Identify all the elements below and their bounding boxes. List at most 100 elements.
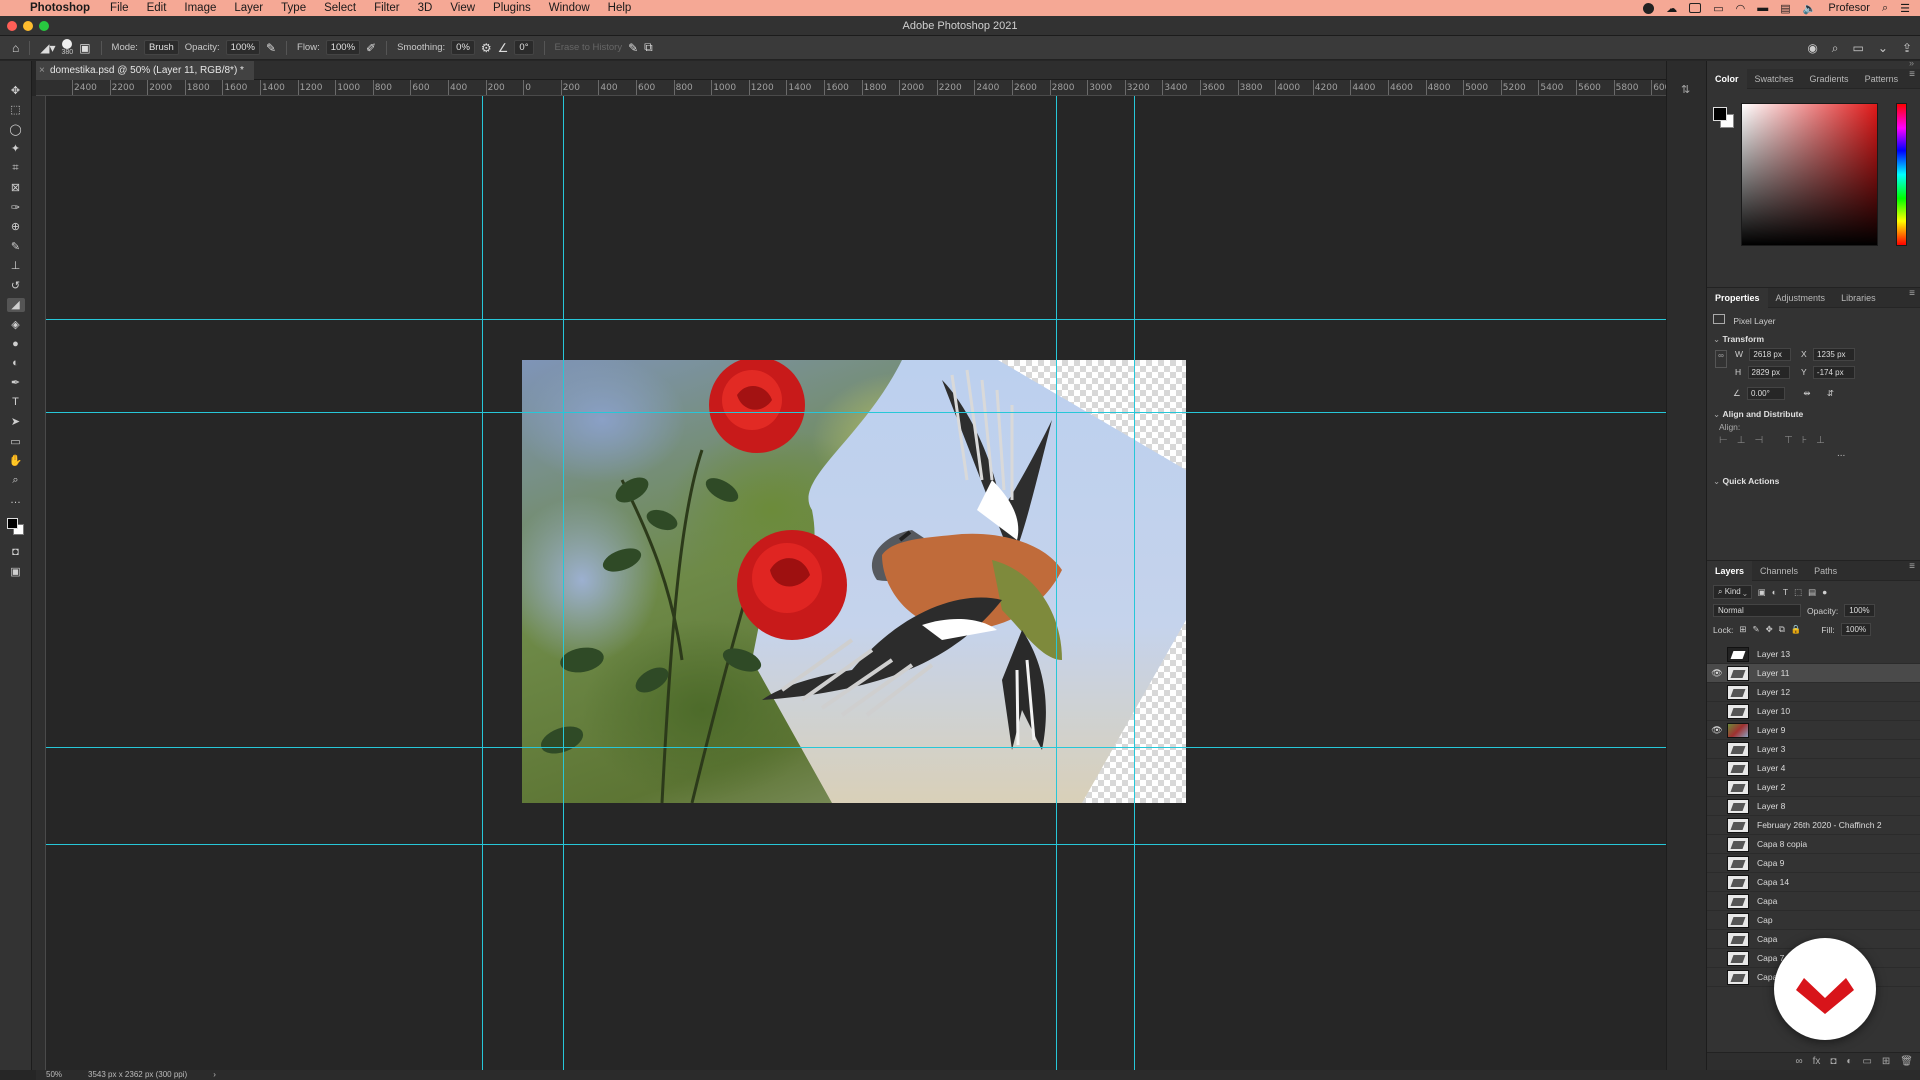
symmetry-icon[interactable]: ⧉ [644,40,653,55]
tab-paths[interactable]: Paths [1806,561,1845,581]
panel-menu-icon[interactable]: ≡ [1909,69,1915,80]
minimize-window-button[interactable] [23,21,33,31]
dodge-tool-icon[interactable]: ◐ [7,356,25,371]
layer-filter-select[interactable]: ⌕ Kind ⌄ [1713,585,1752,599]
airbrush-icon[interactable]: ✐ [366,41,376,55]
close-window-button[interactable] [7,21,17,31]
control-center-icon[interactable]: ☰ [1900,2,1910,15]
layer-row[interactable]: Capa 8 copia [1707,835,1920,854]
home-icon[interactable]: ⌂ [12,41,19,55]
brush-settings-icon[interactable]: ▣ [79,41,90,55]
zoom-window-button[interactable] [39,21,49,31]
zoom-level[interactable]: 50% [46,1070,62,1080]
menu-filter[interactable]: Filter [374,2,400,14]
x-input[interactable]: 1235 px [1813,348,1856,361]
tab-color[interactable]: Color [1707,68,1747,89]
horizontal-ruler[interactable]: 2400 2200 2000 1800 1600 1400 1200 1000 800 600 40… [36,80,1666,96]
align-middle-icon[interactable]: ⊦ [1802,435,1807,446]
wifi-icon[interactable]: ◠ [1736,2,1746,15]
share-icon[interactable]: ⇪ [1902,41,1912,55]
angle-input[interactable]: 0.00° [1747,387,1785,400]
flag-icon[interactable]: ▬ [1757,2,1768,14]
foreground-color-swatch[interactable] [6,518,18,529]
filter-adjustment-icon[interactable]: ◐ [1772,587,1777,597]
layer-row[interactable]: Cap [1707,911,1920,930]
layer-row[interactable]: February 26th 2020 - Chaffinch 2 [1707,816,1920,835]
panel-menu-icon[interactable]: ≡ [1909,288,1915,299]
visibility-eye-icon[interactable]: 👁 [1707,668,1727,679]
color-panel-swatches[interactable] [1713,107,1735,129]
layer-fill-input[interactable]: 100% [1840,623,1872,636]
lock-position-icon[interactable]: ✥ [1766,624,1773,635]
history-panel-icon[interactable]: ⇅ [1681,83,1690,96]
zoom-tool-icon[interactable]: ⌕ [7,473,25,488]
close-tab-icon[interactable]: × [39,61,45,80]
color-picker-field[interactable] [1741,103,1878,246]
user-icon[interactable]: ◉ [1807,41,1817,55]
blend-mode-select[interactable]: Normal [1713,604,1801,617]
horizontal-guide[interactable] [46,319,1666,320]
menu-edit[interactable]: Edit [147,2,167,14]
layer-row[interactable]: Layer 10 [1707,702,1920,721]
layer-row[interactable]: Capa 14 [1707,873,1920,892]
erase-to-history-checkbox[interactable]: Erase to History [555,42,623,53]
menu-3d[interactable]: 3D [418,2,433,14]
user-name[interactable]: Profesor [1828,2,1870,14]
layer-row[interactable]: 👁 Layer 11 [1707,664,1920,683]
pen-tool-icon[interactable]: ✒ [7,376,25,391]
pressure-size-icon[interactable]: ✎ [628,41,638,55]
layer-row[interactable]: Layer 3 [1707,740,1920,759]
tab-properties[interactable]: Properties [1707,287,1768,308]
height-input[interactable]: 2829 px [1747,366,1790,379]
align-right-icon[interactable]: ⊣ [1754,435,1763,446]
layer-effects-icon[interactable]: fx [1813,1056,1821,1067]
layer-row[interactable]: Layer 13 [1707,645,1920,664]
menu-view[interactable]: View [450,2,475,14]
lock-transparency-icon[interactable]: ⊞ [1739,624,1746,635]
pressure-opacity-icon[interactable]: ✎ [266,41,276,55]
marquee-tool-icon[interactable]: ⬚ [7,103,25,118]
app-menu[interactable]: Photoshop [30,2,90,14]
tab-swatches[interactable]: Swatches [1747,69,1802,89]
mode-select[interactable]: Brush [143,40,179,55]
tab-gradients[interactable]: Gradients [1802,69,1857,89]
align-bottom-icon[interactable]: ⊥ [1816,435,1825,446]
document-canvas[interactable] [522,360,1186,803]
layer-row[interactable]: Layer 12 [1707,683,1920,702]
move-tool-icon[interactable]: ✥ [7,83,25,98]
tab-libraries[interactable]: Libraries [1833,288,1884,308]
align-section-header[interactable]: Align and Distribute [1713,409,1803,420]
filter-smart-object-icon[interactable]: ▤ [1808,587,1816,598]
menu-window[interactable]: Window [549,2,590,14]
transform-section-header[interactable]: Transform [1713,334,1764,345]
layer-row[interactable]: Layer 2 [1707,778,1920,797]
filter-pixel-icon[interactable]: ▣ [1758,587,1766,598]
delete-layer-icon[interactable]: 🗑 [1900,1056,1913,1067]
collapse-panels-icon[interactable]: » [1909,58,1914,68]
tab-channels[interactable]: Channels [1752,561,1806,581]
eyedropper-tool-icon[interactable]: ✑ [7,200,25,215]
brush-size-picker[interactable]: 380 [62,38,73,57]
brush-tool-icon[interactable]: ✎ [7,239,25,254]
flow-input[interactable]: 100% [325,40,361,55]
filter-shape-icon[interactable]: ⬚ [1794,587,1802,598]
tab-layers[interactable]: Layers [1707,560,1753,581]
horizontal-guide[interactable] [46,412,1666,413]
visibility-eye-icon[interactable]: 👁 [1707,725,1727,736]
adjustment-layer-icon[interactable]: ◐ [1846,1056,1852,1067]
align-top-icon[interactable]: ⊤ [1784,435,1793,446]
menu-select[interactable]: Select [324,2,356,14]
crop-tool-icon[interactable]: ⌗ [7,161,25,176]
lock-artboard-icon[interactable]: ⧉ [1779,624,1785,635]
history-brush-tool-icon[interactable]: ↺ [7,278,25,293]
quick-mask-icon[interactable]: ◘ [7,545,25,560]
menu-image[interactable]: Image [184,2,216,14]
record-icon[interactable] [1643,2,1655,14]
vertical-guide[interactable] [563,96,564,1070]
hue-slider[interactable] [1896,103,1907,246]
path-selection-tool-icon[interactable]: ➤ [7,415,25,430]
status-menu-arrow[interactable]: › [213,1070,216,1080]
vertical-guide[interactable] [482,96,483,1070]
add-mask-icon[interactable]: ◘ [1830,1056,1836,1067]
chevron-down-icon[interactable]: ⌄ [1878,41,1888,55]
